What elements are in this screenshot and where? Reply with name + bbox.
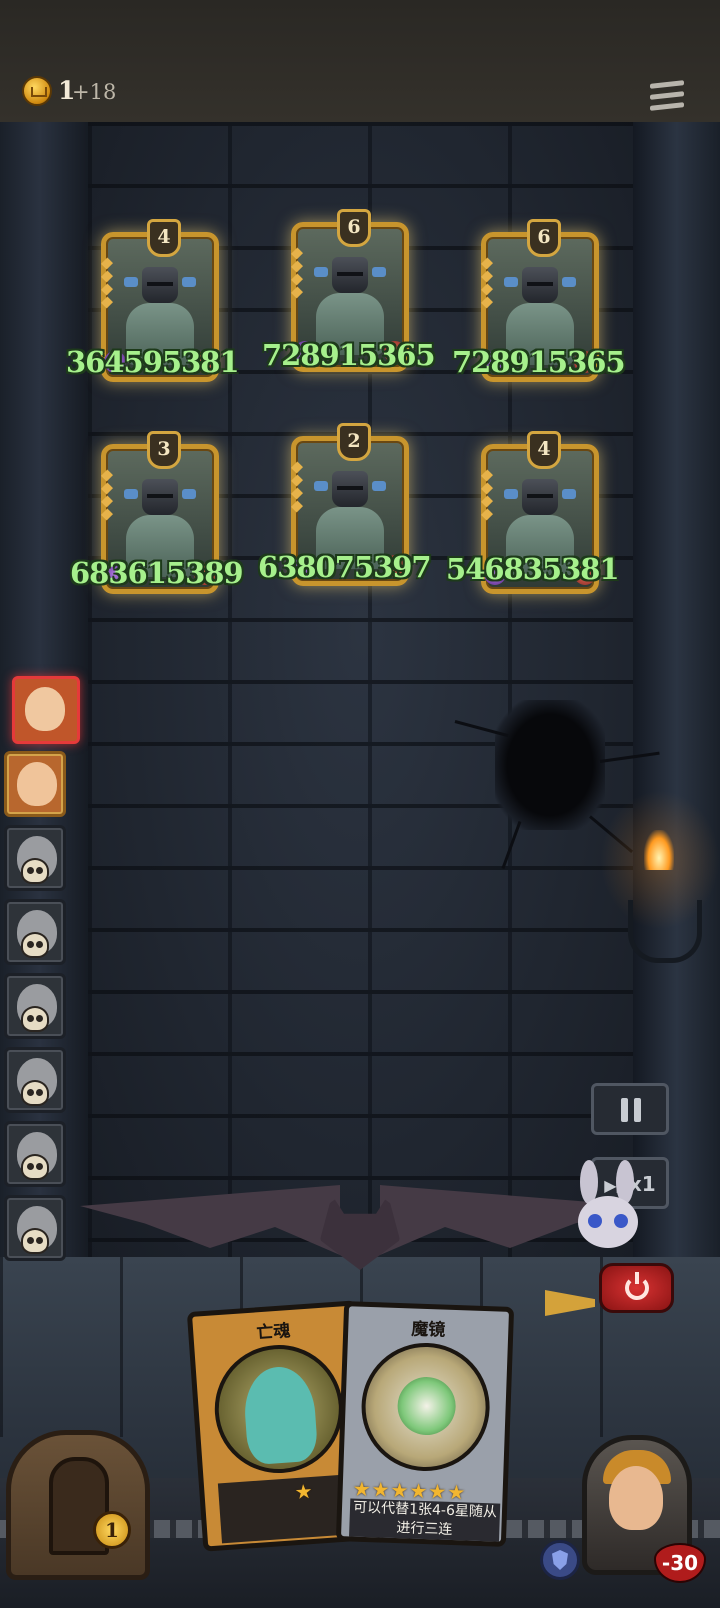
skull-icon bbox=[21, 858, 49, 884]
hero-slot[interactable] bbox=[4, 825, 66, 891]
hero-slot[interactable] bbox=[4, 1047, 66, 1113]
skull-icon bbox=[21, 932, 49, 958]
torch-sconce bbox=[628, 900, 702, 963]
unit-star-pips bbox=[100, 257, 114, 311]
player-avatar bbox=[609, 1466, 663, 1530]
bunny-mascot bbox=[572, 1160, 644, 1270]
star-icon: ★ bbox=[390, 1477, 409, 1503]
menu-icon[interactable] bbox=[650, 80, 684, 116]
gold-coin-icon bbox=[22, 76, 52, 106]
pause-icon bbox=[621, 1098, 641, 1122]
hero-slot[interactable] bbox=[4, 973, 66, 1039]
star-icon: ★ bbox=[293, 1478, 314, 1505]
star-icon: ★ bbox=[427, 1479, 447, 1504]
mirror-icon bbox=[396, 1376, 457, 1437]
torch-flame-icon bbox=[644, 830, 674, 870]
top-bar: 1 +18 bbox=[0, 0, 720, 125]
power-button[interactable] bbox=[599, 1263, 674, 1313]
hero-slot[interactable] bbox=[4, 1121, 66, 1187]
unit-level-badge: 4 bbox=[527, 431, 561, 469]
unit-hp-number: 728915365 bbox=[452, 345, 626, 379]
card-portrait bbox=[359, 1340, 492, 1474]
shield-button[interactable] bbox=[540, 1540, 580, 1580]
unit-hp-number: 364595381 bbox=[66, 345, 240, 379]
unit-level-badge: 2 bbox=[337, 423, 371, 461]
wall-crack-hole bbox=[495, 700, 605, 830]
skull-icon bbox=[21, 1228, 49, 1254]
hero-avatar bbox=[25, 687, 65, 731]
star-icon: ★ bbox=[371, 1477, 390, 1502]
card-portrait bbox=[210, 1340, 348, 1478]
shop-card-magic-mirror[interactable]: 魔镜 ★★★★★★ 可以代替1张4-6星随从进行三连 bbox=[335, 1301, 515, 1547]
gold-income: +18 bbox=[72, 80, 117, 104]
unit-star-pips bbox=[290, 247, 304, 301]
unit-star-pips bbox=[100, 469, 114, 523]
unit-hp-number: 638075397 bbox=[258, 550, 432, 584]
unit-star-pips bbox=[290, 461, 304, 515]
unit-level-badge: 3 bbox=[147, 431, 181, 469]
pause-button[interactable] bbox=[591, 1083, 669, 1135]
card-title: 亡魂 bbox=[255, 1321, 292, 1344]
unit-level-badge: 6 bbox=[337, 209, 371, 247]
hero-slot[interactable] bbox=[4, 899, 66, 965]
unit-star-pips bbox=[480, 469, 494, 523]
hero-slot[interactable] bbox=[12, 676, 80, 744]
card-description: 可以代替1张4-6星随从进行三连 bbox=[349, 1498, 501, 1542]
skull-icon bbox=[21, 1006, 49, 1032]
star-icon: ★ bbox=[446, 1479, 466, 1505]
ghost-icon bbox=[241, 1364, 319, 1466]
hero-slot[interactable] bbox=[4, 751, 66, 817]
shield-icon bbox=[552, 1550, 568, 1570]
unit-hp-number: 546835381 bbox=[446, 552, 620, 586]
shop-tower-button[interactable]: 1 bbox=[6, 1430, 150, 1580]
hero-slot[interactable] bbox=[4, 1195, 66, 1261]
power-icon bbox=[625, 1272, 649, 1300]
hero-avatar bbox=[17, 762, 57, 806]
star-icon: ★ bbox=[409, 1478, 428, 1504]
skull-icon bbox=[21, 1080, 49, 1106]
unit-hp-number: 728915365 bbox=[262, 338, 436, 372]
card-title: 魔镜 bbox=[410, 1319, 446, 1341]
unit-star-pips bbox=[480, 257, 494, 311]
skull-icon bbox=[21, 1154, 49, 1180]
star-icon: ★ bbox=[352, 1476, 372, 1502]
unit-level-badge: 6 bbox=[527, 219, 561, 257]
shop-level-badge: 1 bbox=[93, 1511, 131, 1549]
unit-hp-number: 683615389 bbox=[70, 556, 244, 590]
unit-level-badge: 4 bbox=[147, 219, 181, 257]
